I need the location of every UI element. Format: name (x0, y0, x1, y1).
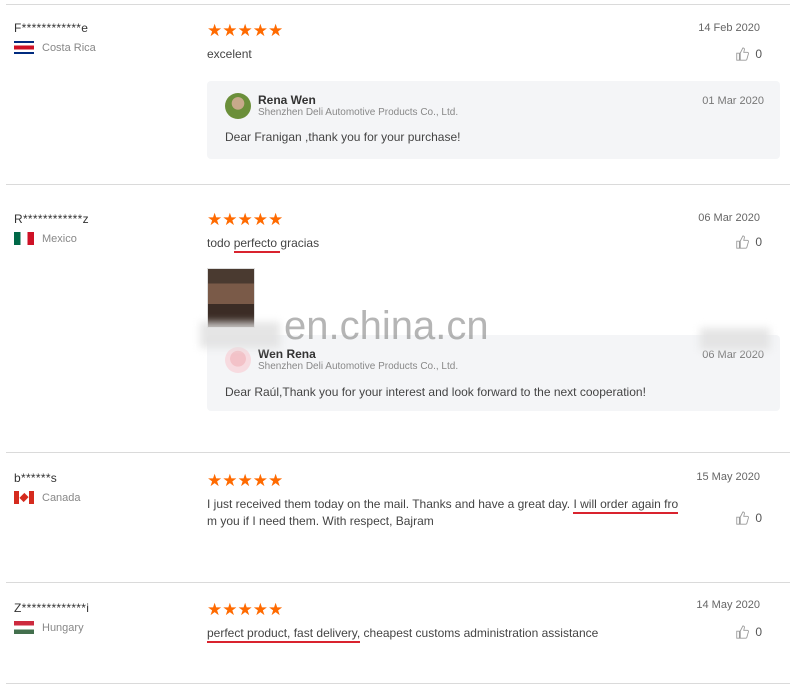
like-count: 0 (755, 511, 762, 525)
review-date: 06 Mar 2020 (698, 212, 760, 224)
thumbs-up-icon (736, 625, 750, 639)
avatar (225, 93, 251, 119)
review-photo-thumbnail[interactable] (207, 268, 255, 328)
watermark-blur-right (700, 328, 770, 350)
star-rating: ★★★★★ (207, 21, 284, 40)
thumbs-up-icon (736, 235, 750, 249)
review-text-part: cheapest customs administration assistan… (360, 626, 599, 640)
watermark-blur-left (200, 322, 280, 348)
review-date: 15 May 2020 (696, 471, 760, 483)
like-button[interactable]: 0 (735, 511, 762, 525)
reviewer-country: Mexico (14, 232, 89, 245)
highlighted-text: perfecto (233, 236, 281, 253)
review-date: 14 Feb 2020 (698, 22, 760, 34)
reviewer-name: R************z (14, 212, 89, 226)
like-count: 0 (755, 235, 762, 249)
reviewer-info: F************e Costa Rica (14, 21, 96, 54)
star-rating: ★★★★★ (207, 600, 284, 619)
reply-text: Dear Raúl,Thank you for your interest an… (225, 385, 646, 399)
thumbs-up-icon (736, 511, 750, 525)
reviewer-country: Hungary (14, 621, 89, 634)
review-item: b******s Canada ★★★★★ I just received th… (6, 452, 790, 569)
reply-company: Shenzhen Deli Automotive Products Co., L… (258, 107, 459, 118)
like-button[interactable]: 0 (735, 235, 762, 249)
like-button[interactable]: 0 (735, 625, 762, 639)
costa-rica-flag-icon (14, 41, 34, 54)
reviewer-info: Z*************i Hungary (14, 601, 89, 634)
avatar (225, 347, 251, 373)
like-count: 0 (755, 625, 762, 639)
reply-author: Rena Wen (258, 93, 316, 107)
country-name: Costa Rica (42, 41, 96, 54)
review-content: ★★★★★ perfect product, fast delivery, ch… (207, 600, 677, 643)
seller-reply: Rena Wen Shenzhen Deli Automotive Produc… (207, 81, 780, 159)
hungary-flag-icon (14, 621, 34, 634)
reply-author: Wen Rena (258, 347, 316, 361)
review-text-part: m you if I need them. With respect, Bajr… (207, 514, 434, 528)
reviewer-country: Canada (14, 491, 81, 504)
review-text: I just received them today on the mail. … (207, 496, 687, 530)
review-text: excelent (207, 47, 252, 61)
reply-date: 01 Mar 2020 (702, 95, 764, 107)
review-content: ★★★★★ I just received them today on the … (207, 472, 687, 530)
watermark: en.china.cn (284, 304, 489, 348)
reviewer-name: b******s (14, 471, 58, 485)
review-date: 14 May 2020 (696, 599, 760, 611)
reply-text: Dear Franigan ,thank you for your purcha… (225, 130, 461, 144)
reply-date: 06 Mar 2020 (702, 349, 764, 361)
review-text: todo perfecto gracias (207, 235, 677, 253)
mexico-flag-icon (14, 232, 34, 245)
canada-flag-icon (14, 491, 34, 504)
thumbs-up-icon (736, 47, 750, 61)
star-rating: ★★★★★ (207, 210, 284, 229)
review-text-part: gracias (280, 236, 320, 250)
review-text-part: I just received them today on the mail. … (207, 497, 574, 511)
country-name: Hungary (42, 621, 84, 634)
highlighted-text: perfect product, fast delivery, (207, 626, 361, 643)
reply-company: Shenzhen Deli Automotive Products Co., L… (258, 361, 459, 372)
like-count: 0 (755, 47, 762, 61)
reviewer-name: F************e (14, 21, 89, 35)
highlighted-text: I will order again fro (573, 497, 679, 514)
reviewer-info: R************z Mexico (14, 212, 89, 245)
country-name: Mexico (42, 232, 77, 245)
star-rating: ★★★★★ (207, 471, 284, 490)
country-name: Canada (42, 491, 81, 504)
review-content: ★★★★★ excelent (207, 22, 677, 63)
reviewer-name: Z*************i (14, 601, 90, 615)
review-text-part: todo (207, 236, 234, 250)
reviewer-info: b******s Canada (14, 471, 81, 504)
reviewer-country: Costa Rica (14, 41, 96, 54)
review-text: perfect product, fast delivery, cheapest… (207, 625, 677, 643)
review-item: Z*************i Hungary ★★★★★ perfect pr… (6, 582, 790, 684)
like-button[interactable]: 0 (735, 47, 762, 61)
review-item: F************e Costa Rica ★★★★★ excelent… (6, 4, 790, 185)
